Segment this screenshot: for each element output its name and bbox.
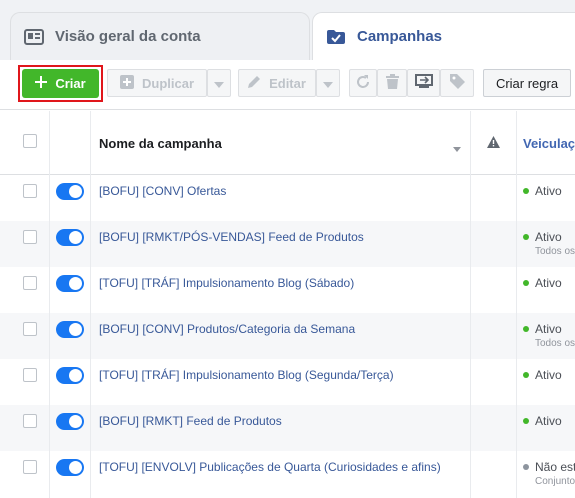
campaign-toggle[interactable] xyxy=(56,183,84,200)
delivery-status-label: Ativo xyxy=(535,414,562,428)
delivery-status: Ativo xyxy=(523,184,562,198)
table-row[interactable]: [BOFU] [CONV] Produtos/Categoria da Sema… xyxy=(0,313,575,359)
plus-icon xyxy=(35,76,48,91)
refresh-button[interactable] xyxy=(349,69,377,97)
status-dot-icon xyxy=(523,234,529,240)
delivery-status: Não est xyxy=(523,460,575,474)
edit-dropdown[interactable] xyxy=(316,69,340,97)
table-header: Nome da campanha Veiculação xyxy=(0,111,575,175)
trash-icon xyxy=(385,74,399,92)
tab-account-overview[interactable]: Visão geral da conta xyxy=(10,12,310,60)
tab-bar: Visão geral da conta Campanhas xyxy=(0,0,575,60)
row-checkbox[interactable] xyxy=(23,414,37,428)
delivery-substatus: Todos os xyxy=(535,338,575,349)
delivery-status-label: Não est xyxy=(535,460,575,474)
delivery-substatus: Todos os xyxy=(535,246,575,257)
tag-button[interactable] xyxy=(440,69,474,97)
table-row[interactable]: [BOFU] [CONV] Ofertas Ativo xyxy=(0,175,575,221)
edit-button[interactable]: Editar xyxy=(238,69,316,97)
column-header-delivery-label: Veiculação xyxy=(523,135,575,151)
campaign-toggle[interactable] xyxy=(56,367,84,384)
campaign-name-link[interactable]: [BOFU] [RMKT/PÓS-VENDAS] Feed de Produto… xyxy=(99,230,364,244)
create-rule-button[interactable]: Criar regra xyxy=(483,69,571,97)
create-button[interactable]: Criar xyxy=(22,69,99,98)
select-all-checkbox[interactable] xyxy=(23,134,37,148)
row-checkbox[interactable] xyxy=(23,184,37,198)
delivery-status: Ativo xyxy=(523,414,562,428)
refresh-icon xyxy=(356,74,370,92)
campaign-name-link[interactable]: [TOFU] [ENVOLV] Publicações de Quarta (C… xyxy=(99,460,441,474)
column-divider xyxy=(90,111,91,498)
tab-account-overview-label: Visão geral da conta xyxy=(55,28,201,45)
column-header-delivery[interactable]: Veiculação xyxy=(523,111,575,175)
delivery-status: Ativo xyxy=(523,276,562,290)
dropdown-caret-icon xyxy=(323,76,333,91)
delivery-status: Ativo xyxy=(523,368,562,382)
pencil-icon xyxy=(248,75,261,91)
delivery-status: Ativo xyxy=(523,230,562,244)
delivery-status-label: Ativo xyxy=(535,230,562,244)
campaign-toggle[interactable] xyxy=(56,459,84,476)
row-checkbox[interactable] xyxy=(23,276,37,290)
row-checkbox[interactable] xyxy=(23,322,37,336)
column-header-name-label: Nome da campanha xyxy=(99,135,222,151)
table-row[interactable]: [BOFU] [RMKT] Feed de Produtos Ativo xyxy=(0,405,575,451)
row-checkbox[interactable] xyxy=(23,368,37,382)
edit-button-label: Editar xyxy=(269,75,306,91)
ab-test-icon xyxy=(414,74,433,92)
duplicate-dropdown[interactable] xyxy=(207,69,231,97)
table-row[interactable]: [TOFU] [ENVOLV] Publicações de Quarta (C… xyxy=(0,451,575,497)
campaign-name-link[interactable]: [TOFU] [TRÁF] Impulsionamento Blog (Sába… xyxy=(99,276,354,290)
create-rule-button-label: Criar regra xyxy=(495,75,559,91)
delivery-status-label: Ativo xyxy=(535,368,562,382)
delivery-status: Ativo xyxy=(523,322,562,336)
campaign-name-link[interactable]: [BOFU] [CONV] Ofertas xyxy=(99,184,226,198)
campaign-name-link[interactable]: [BOFU] [CONV] Produtos/Categoria da Sema… xyxy=(99,322,355,336)
status-dot-icon xyxy=(523,326,529,332)
duplicate-button[interactable]: Duplicar xyxy=(107,69,207,97)
duplicate-icon xyxy=(119,74,134,92)
campaign-toggle[interactable] xyxy=(56,275,84,292)
tab-campaigns[interactable]: Campanhas xyxy=(312,12,575,60)
table-row[interactable]: [TOFU] [TRÁF] Impulsionamento Blog (Segu… xyxy=(0,359,575,405)
account-overview-icon xyxy=(24,28,44,46)
status-dot-icon xyxy=(523,418,529,424)
campaign-name-link[interactable]: [BOFU] [RMKT] Feed de Produtos xyxy=(99,414,282,428)
status-dot-icon xyxy=(523,372,529,378)
dropdown-caret-icon xyxy=(214,76,224,91)
table-row[interactable]: [BOFU] [RMKT/PÓS-VENDAS] Feed de Produto… xyxy=(0,221,575,267)
table-row[interactable]: [TOFU] [TRÁF] Impulsionamento Blog (Sába… xyxy=(0,267,575,313)
campaign-name-link[interactable]: [TOFU] [TRÁF] Impulsionamento Blog (Segu… xyxy=(99,368,394,382)
delivery-status-label: Ativo xyxy=(535,322,562,336)
column-divider xyxy=(470,111,471,498)
status-dot-icon xyxy=(523,280,529,286)
toolbar: Criar Duplicar Editar Criar regra xyxy=(0,60,575,110)
campaigns-table: Nome da campanha Veiculação [BOFU] [CONV… xyxy=(0,111,575,498)
delivery-substatus: Conjunto xyxy=(535,476,575,487)
delete-button[interactable] xyxy=(377,69,407,97)
status-dot-icon xyxy=(523,188,529,194)
warning-icon[interactable] xyxy=(487,135,500,153)
row-checkbox[interactable] xyxy=(23,460,37,474)
campaign-toggle[interactable] xyxy=(56,321,84,338)
delivery-status-label: Ativo xyxy=(535,184,562,198)
campaign-toggle[interactable] xyxy=(56,229,84,246)
tab-campaigns-label: Campanhas xyxy=(357,28,443,45)
row-checkbox[interactable] xyxy=(23,230,37,244)
sort-caret-icon[interactable] xyxy=(453,140,461,155)
status-dot-icon xyxy=(523,464,529,470)
duplicate-button-label: Duplicar xyxy=(141,75,194,91)
create-button-label: Criar xyxy=(55,76,86,91)
campaigns-folder-icon xyxy=(326,28,346,46)
campaign-toggle[interactable] xyxy=(56,413,84,430)
column-divider xyxy=(49,111,50,498)
column-divider xyxy=(516,111,517,498)
ab-test-button[interactable] xyxy=(407,69,440,97)
column-header-name[interactable]: Nome da campanha xyxy=(99,111,469,175)
tag-icon xyxy=(449,74,465,92)
delivery-status-label: Ativo xyxy=(535,276,562,290)
